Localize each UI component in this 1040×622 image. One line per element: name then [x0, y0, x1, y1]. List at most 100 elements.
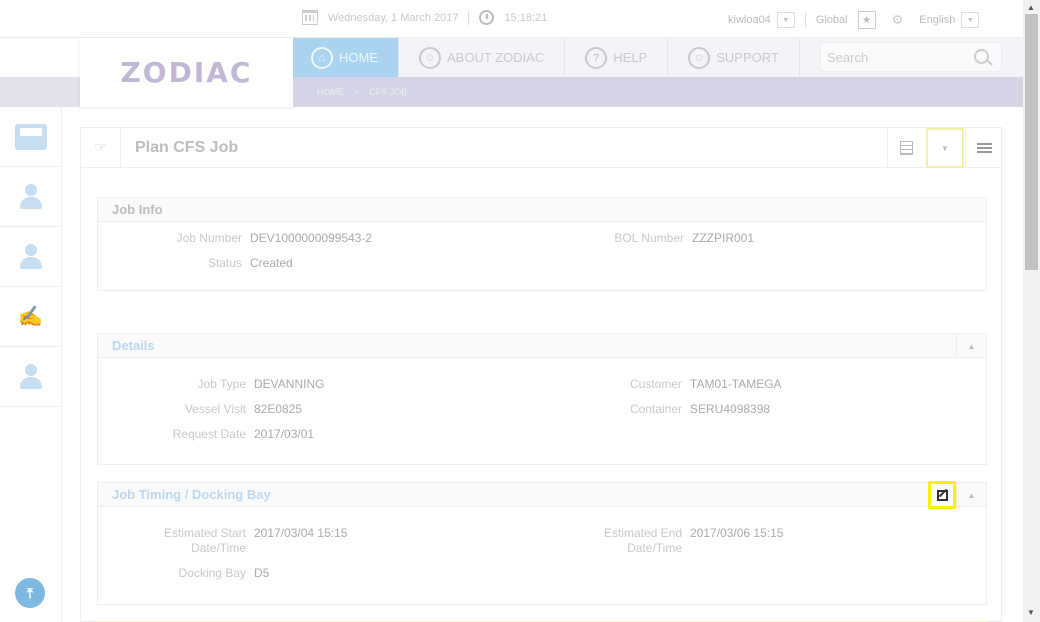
est-end-value: 2017/03/06 15:15	[690, 526, 784, 540]
scope-label[interactable]: Global	[816, 14, 848, 26]
docking-bay-label: Docking Bay	[178, 566, 246, 580]
docking-bay-value: D5	[254, 566, 270, 580]
page-title: Plan CFS Job	[135, 138, 239, 156]
est-end-label-line2: Date/Time	[627, 541, 682, 555]
hand-pointer-icon: ☞	[81, 127, 121, 168]
status-field: Status Created	[138, 256, 293, 271]
user-icon	[19, 243, 43, 270]
chevron-down-icon: ▼	[941, 143, 949, 153]
sidebar-item-inbox[interactable]	[0, 107, 61, 167]
vessel-visit-value: 82E0825	[254, 402, 303, 416]
breadcrumb-separator: >	[354, 87, 360, 97]
nav-help[interactable]: ? HELP	[565, 38, 669, 77]
gear-icon[interactable]: ⚙	[892, 12, 904, 28]
nav-support-label: SUPPORT	[716, 50, 779, 65]
scrollbar-thumb[interactable]	[1025, 14, 1038, 270]
sidebar-item-user-1[interactable]	[0, 167, 61, 227]
breadcrumb-current: CFS JOB	[369, 87, 408, 97]
user-icon	[19, 183, 43, 210]
logo-text: ZODIAC	[120, 56, 253, 89]
job-type-field: Job Type DEVANNING	[138, 377, 325, 392]
vessel-visit-field: Vessel Visit 82E0825	[138, 402, 302, 417]
est-end-label: Estimated End Date/Time	[588, 526, 682, 556]
bol-number-field: BOL Number ZZZPIR001	[588, 231, 754, 246]
job-number-field: Job Number DEV1000000099543-2	[138, 231, 372, 246]
job-info-section: Job Info Job Number DEV1000000099543-2 B…	[97, 197, 987, 291]
current-time: 15:18:21	[504, 11, 548, 24]
job-timing-header[interactable]: Job Timing / Docking Bay ▲	[98, 481, 986, 509]
customer-value: TAM01-TAMEGA	[690, 377, 782, 391]
user-dropdown-button[interactable]: ▼	[776, 12, 795, 28]
job-info-header: Job Info	[98, 198, 986, 222]
customer-label: Customer	[629, 377, 682, 391]
container-value: SERU4098398	[690, 402, 771, 416]
breadcrumb: HOME > CFS JOB	[293, 77, 1023, 107]
vessel-visit-label: Vessel Visit	[184, 402, 246, 416]
sidebar-item-approval[interactable]: ✍	[0, 287, 61, 347]
container-label: Container	[629, 402, 682, 416]
request-date-value: 2017/03/01	[254, 427, 315, 441]
nav-about[interactable]: ☺ ABOUT ZODIAC	[399, 38, 566, 77]
nav-support[interactable]: ☺ SUPPORT	[668, 38, 800, 77]
language-selector[interactable]: English	[919, 14, 955, 26]
details-header[interactable]: Details ▲	[98, 334, 986, 358]
page: Wednesday, 1 March 2017 15:18:21 kiwloa0…	[0, 0, 1040, 622]
sidebar-item-user-3[interactable]	[0, 347, 61, 407]
main-panel: ☞ Plan CFS Job ▼ Job Info Job Number DEV…	[80, 127, 1002, 622]
clock-icon	[479, 10, 495, 25]
current-date: Wednesday, 1 March 2017	[328, 11, 459, 24]
container-field: Container SERU4098398	[588, 402, 770, 417]
bol-number-label: BOL Number	[614, 231, 684, 245]
panel-dropdown-button[interactable]: ▼	[926, 128, 964, 168]
job-number-label: Job Number	[176, 231, 242, 245]
nav-help-label: HELP	[613, 50, 648, 65]
docking-bay-field: Docking Bay D5	[138, 566, 270, 581]
est-start-field: Estimated Start Date/Time 2017/03/04 15:…	[138, 526, 347, 556]
signature-icon: ✍	[18, 306, 43, 328]
date-time-area: Wednesday, 1 March 2017 15:18:21	[302, 10, 547, 25]
status-value: Created	[250, 256, 293, 270]
vertical-scrollbar[interactable]: ▲ ▼	[1023, 0, 1040, 622]
header-strip	[0, 77, 80, 107]
collapse-timing-button[interactable]: ▲	[956, 483, 986, 507]
scroll-to-top-button[interactable]: ⤒	[15, 578, 45, 608]
est-start-value: 2017/03/04 15:15	[254, 526, 348, 540]
job-timing-title: Job Timing / Docking Bay	[112, 487, 271, 502]
list-icon	[900, 141, 913, 155]
favorite-star-icon[interactable]: ★	[857, 11, 876, 29]
edit-timing-button[interactable]	[928, 481, 956, 509]
question-icon: ?	[585, 46, 608, 69]
nav-about-label: ABOUT ZODIAC	[447, 50, 545, 65]
search-icon[interactable]	[974, 49, 989, 64]
breadcrumb-home[interactable]: HOME	[317, 87, 344, 97]
inbox-icon	[14, 123, 47, 150]
calendar-icon	[302, 10, 318, 25]
menu-button[interactable]	[965, 128, 1003, 168]
collapse-details-button[interactable]: ▲	[956, 334, 986, 358]
home-icon: ⌂	[311, 46, 333, 69]
top-bar: Wednesday, 1 March 2017 15:18:21 kiwloa0…	[0, 0, 1023, 38]
search-input[interactable]	[821, 43, 961, 71]
details-section: Details ▲ Job Type DEVANNING Customer TA…	[97, 333, 987, 465]
search-box	[820, 42, 1002, 72]
divider	[804, 13, 806, 27]
logo[interactable]: ZODIAC	[80, 38, 293, 107]
job-timing-section: Job Timing / Docking Bay ▲ Estimated Sta…	[97, 481, 987, 605]
request-date-label: Request Date	[172, 427, 246, 441]
user-area: kiwloa04 ▼ Global ★ ⚙ English ▼	[728, 11, 980, 29]
scroll-up-icon[interactable]: ▲	[1027, 3, 1035, 12]
username[interactable]: kiwloa04	[728, 14, 771, 26]
people-icon: ☺	[419, 46, 441, 69]
nav-home-label: HOME	[339, 50, 378, 65]
language-dropdown-button[interactable]: ▼	[961, 12, 980, 28]
sidebar-item-user-2[interactable]	[0, 227, 61, 287]
status-label: Status	[207, 256, 242, 270]
nav-home[interactable]: ⌂ HOME	[293, 38, 399, 77]
divider	[468, 10, 470, 25]
scroll-down-icon[interactable]: ▼	[1027, 608, 1035, 617]
user-icon	[19, 363, 43, 390]
panel-header: ☞ Plan CFS Job ▼	[81, 127, 1003, 168]
list-view-button[interactable]	[887, 128, 925, 168]
job-type-label: Job Type	[197, 377, 246, 391]
request-date-field: Request Date 2017/03/01	[138, 427, 314, 442]
